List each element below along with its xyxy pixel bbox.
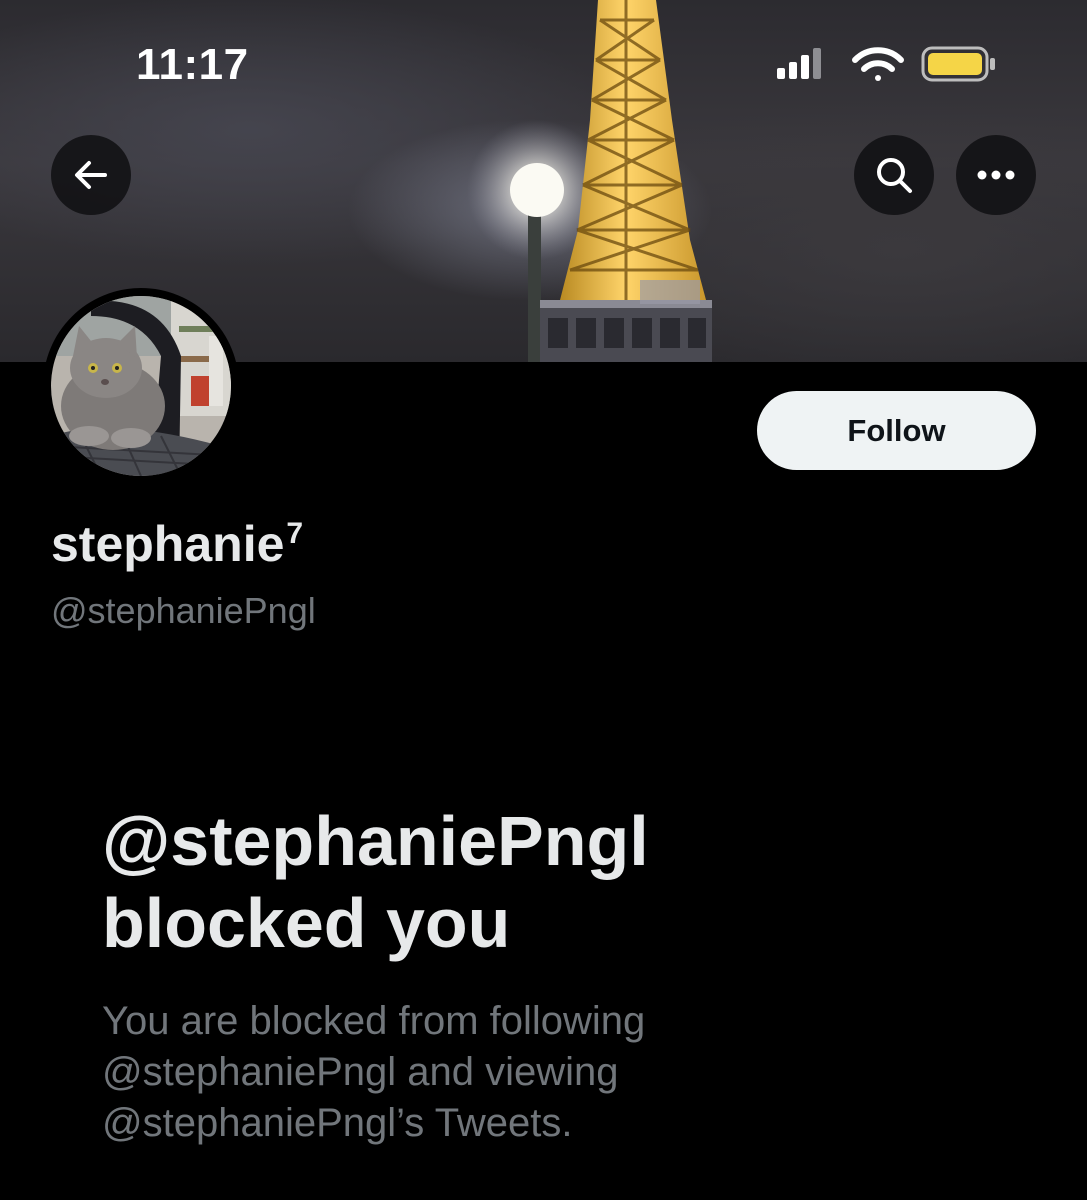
display-name-suffix: 7 bbox=[286, 517, 304, 550]
search-icon bbox=[877, 158, 912, 193]
blocked-title: @stephaniePngl blocked you bbox=[102, 800, 1002, 964]
arrow-left-icon bbox=[75, 161, 107, 189]
more-button[interactable] bbox=[956, 135, 1036, 215]
blocked-desc-line3: @stephaniePngl’s Tweets. bbox=[102, 1101, 573, 1145]
wifi-icon bbox=[852, 47, 904, 81]
profile-handle: @stephaniePngl bbox=[51, 590, 316, 631]
blocked-title-line1: @stephaniePngl bbox=[102, 802, 649, 880]
cat-avatar-image bbox=[51, 296, 231, 476]
follow-button[interactable]: Follow bbox=[757, 391, 1036, 470]
status-icons bbox=[777, 42, 1007, 90]
back-button[interactable] bbox=[51, 135, 131, 215]
display-name-text: stephanie bbox=[51, 516, 285, 572]
blocked-description: You are blocked from following @stephani… bbox=[102, 996, 1002, 1149]
profile-screen: 11:17 Follow stephanie7 @stephaniePngl @… bbox=[0, 0, 1087, 1200]
blocked-desc-line1: You are blocked from following bbox=[102, 999, 646, 1043]
display-name: stephanie7 bbox=[51, 515, 303, 573]
search-button[interactable] bbox=[854, 135, 934, 215]
cellular-signal-icon bbox=[777, 48, 821, 79]
blocked-desc-line2: @stephaniePngl and viewing bbox=[102, 1050, 619, 1094]
battery-icon bbox=[921, 46, 995, 82]
blocked-title-line2: blocked you bbox=[102, 884, 511, 962]
profile-avatar[interactable] bbox=[43, 288, 239, 484]
status-time: 11:17 bbox=[136, 40, 249, 89]
more-dots-icon bbox=[977, 170, 1015, 180]
